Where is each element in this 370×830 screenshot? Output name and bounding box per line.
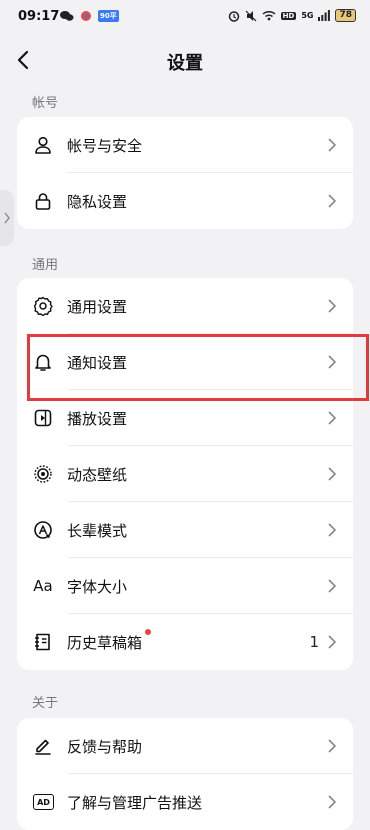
- item-label: 反馈与帮助: [67, 737, 143, 756]
- about-card: 反馈与帮助 AD 了解与管理广告推送: [17, 718, 353, 830]
- side-drawer-handle[interactable]: [0, 190, 14, 246]
- chevron-right-icon: [328, 523, 337, 537]
- silent-icon: [245, 10, 257, 21]
- nav-bar: 设置: [0, 40, 370, 80]
- dynamic-wallpaper-item[interactable]: 动态壁纸: [17, 446, 353, 502]
- chevron-right-icon: [328, 194, 337, 208]
- history-drafts-item[interactable]: 历史草稿箱 1: [17, 614, 353, 670]
- item-label: 播放设置: [67, 409, 128, 428]
- item-label: 通用设置: [67, 297, 128, 316]
- item-label: 动态壁纸: [67, 465, 128, 484]
- chevron-right-icon: [328, 739, 337, 753]
- elder-mode-item[interactable]: 长辈模式: [17, 502, 353, 558]
- chevron-right-icon: [328, 635, 337, 649]
- page-title: 设置: [167, 53, 203, 74]
- person-icon: [33, 135, 53, 155]
- chevron-right-icon: [4, 212, 10, 224]
- drafts-count: 1: [309, 633, 319, 651]
- chevron-right-icon: [328, 795, 337, 809]
- elder-mode-icon: [33, 520, 53, 540]
- play-settings-icon: [33, 408, 53, 428]
- hd-icon: HD: [280, 11, 297, 20]
- chevron-right-icon: [328, 411, 337, 425]
- status-time: 09:17: [18, 9, 60, 24]
- feedback-help-item[interactable]: 反馈与帮助: [17, 718, 353, 774]
- highlight-box: [27, 334, 369, 401]
- drafts-icon: [33, 632, 53, 652]
- section-label-general: 通用: [32, 258, 59, 273]
- chevron-right-icon: [328, 299, 337, 313]
- section-label-about: 关于: [32, 696, 59, 711]
- item-label: 帐号与安全: [67, 136, 143, 155]
- general-settings-item[interactable]: 通用设置: [17, 278, 353, 334]
- font-size-icon: Aa: [33, 577, 53, 595]
- status-bar: 09:17 90平 HD 5G 78: [0, 0, 370, 34]
- chevron-right-icon: [328, 579, 337, 593]
- battery-icon: 78: [335, 9, 356, 22]
- new-badge-dot: [145, 629, 151, 635]
- app-icon: [81, 11, 91, 21]
- font-size-item[interactable]: Aa 字体大小: [17, 558, 353, 614]
- gear-icon: [33, 296, 53, 316]
- alarm-icon: [228, 10, 239, 22]
- feedback-icon: [33, 736, 53, 756]
- lock-icon: [33, 191, 53, 211]
- item-label: 长辈模式: [67, 521, 128, 540]
- privacy-settings-item[interactable]: 隐私设置: [17, 173, 353, 229]
- dynamic-wallpaper-icon: [33, 464, 53, 484]
- signal-icon: [318, 10, 331, 21]
- section-label-account: 帐号: [32, 96, 59, 111]
- item-label: 字体大小: [67, 577, 128, 596]
- wifi-icon: [262, 10, 276, 21]
- wechat-icon: [60, 11, 74, 21]
- account-security-item[interactable]: 帐号与安全: [17, 117, 353, 173]
- app-badge-icon: 90平: [98, 10, 119, 22]
- chevron-right-icon: [328, 138, 337, 152]
- item-label: 隐私设置: [67, 192, 128, 211]
- item-label: 了解与管理广告推送: [67, 793, 203, 812]
- item-label: 历史草稿箱: [67, 633, 143, 652]
- chevron-right-icon: [328, 467, 337, 481]
- signal-text: 5G: [301, 11, 314, 20]
- account-card: 帐号与安全 隐私设置: [17, 117, 353, 229]
- ad-icon: AD: [33, 794, 54, 810]
